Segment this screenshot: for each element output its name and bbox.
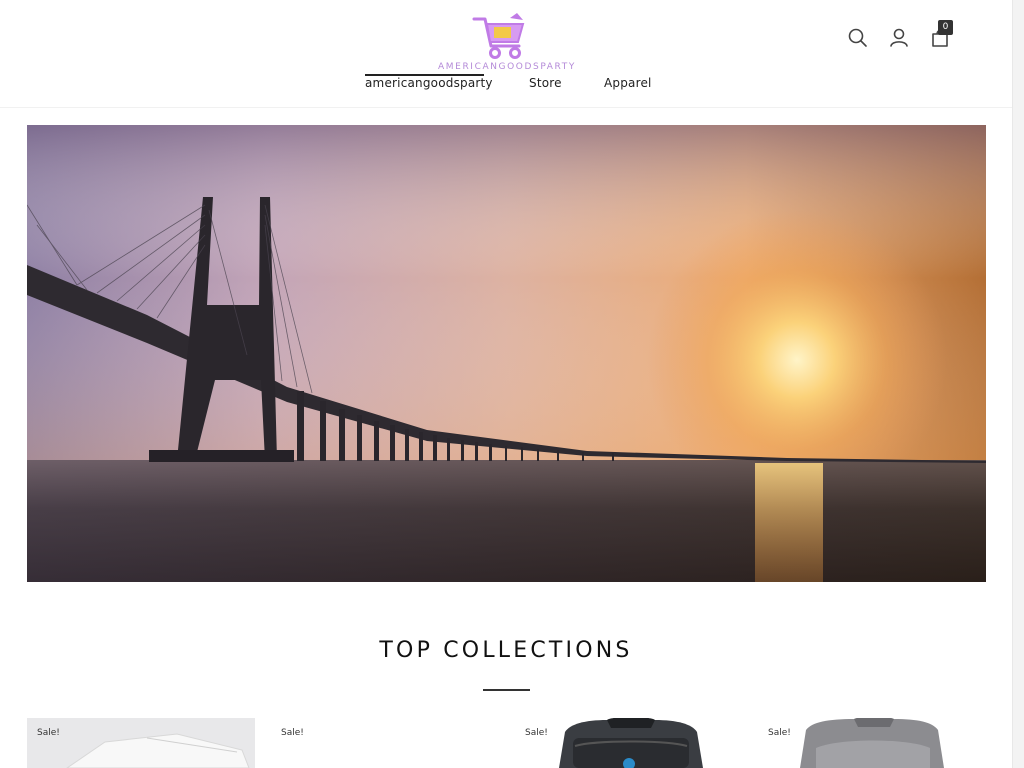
sale-badge: Sale! bbox=[37, 728, 60, 738]
sale-badge: Sale! bbox=[768, 728, 791, 738]
cart-count-badge: 0 bbox=[938, 20, 953, 35]
hero-banner-image[interactable] bbox=[27, 125, 986, 582]
product-image bbox=[271, 718, 499, 768]
section-title-top-collections: TOP COLLECTIONS bbox=[379, 638, 633, 663]
product-card[interactable]: Sale! bbox=[271, 718, 499, 768]
cart-icon[interactable]: 0 bbox=[928, 20, 953, 50]
sale-badge: Sale! bbox=[525, 728, 548, 738]
shopping-cart-logo-icon bbox=[472, 13, 525, 59]
nav-item-store[interactable]: Store bbox=[529, 76, 562, 90]
product-image bbox=[27, 718, 255, 768]
nav-item-apparel[interactable]: Apparel bbox=[604, 76, 652, 90]
user-icon[interactable] bbox=[887, 26, 911, 50]
product-card[interactable]: Sale! bbox=[27, 718, 255, 768]
product-card[interactable]: Sale! bbox=[758, 718, 986, 768]
backpack-image bbox=[515, 718, 743, 768]
sale-badge: Sale! bbox=[281, 728, 304, 738]
bridge-sunset-image bbox=[27, 125, 986, 582]
nav-item-americangoodsparty[interactable]: americangoodsparty bbox=[365, 74, 493, 90]
backpack-image bbox=[758, 718, 986, 768]
page-scrollbar[interactable] bbox=[1012, 0, 1024, 768]
logo-text: AMERICANGOODSPARTY bbox=[438, 62, 576, 72]
search-icon[interactable] bbox=[846, 26, 870, 50]
site-header: AMERICANGOODSPARTY americangoodsparty St… bbox=[0, 0, 1012, 108]
section-divider bbox=[483, 689, 530, 691]
site-logo[interactable]: AMERICANGOODSPARTY bbox=[433, 10, 581, 72]
product-card[interactable]: Sale! bbox=[515, 718, 743, 768]
